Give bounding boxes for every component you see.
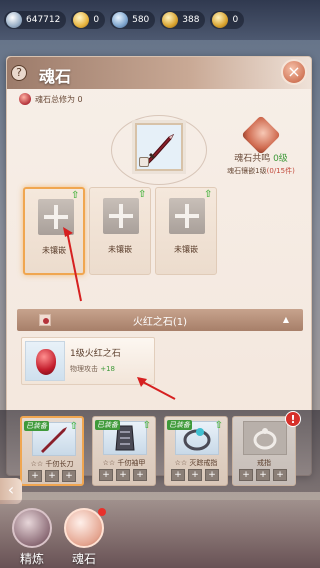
equipment-card-ring[interactable]: 已装备 ⇧ ☆☆ 灭踪戒指 + + + [164,416,228,486]
socket-plus-icon[interactable]: + [28,470,42,482]
upgrade-arrow-icon: ⇧ [214,420,223,431]
upgrade-arrow-icon: ⇧ [138,189,147,200]
resonance-count: (0/15件) [266,167,295,175]
gold-ingot-icon [212,12,229,28]
ring-placeholder-icon [253,428,277,450]
socket-plus-icon[interactable]: + [116,469,130,481]
close-button[interactable]: × [281,59,307,85]
resonance-sub-label: 魂石镶嵌1级 [227,167,267,175]
equipped-badge: 已装备 [24,421,49,431]
chevron-left-icon: ‹ [7,480,15,499]
tab-label: 精炼 [19,552,44,566]
currency-silver[interactable]: 647712 [4,11,67,29]
total-cultivation: 魂石总修为 0 [19,93,83,105]
gem-slot-3[interactable]: ⇧ 未镶嵌 [155,187,217,275]
currency-value: 647712 [26,15,61,25]
equipment-name: 戒指 [257,459,271,467]
equipped-badge: 已装备 [167,420,192,430]
bottom-tab-bar: 精炼 魂石 [0,500,320,568]
currency-ingot[interactable]: 388 [160,11,206,29]
resonance-label: 魂石共鸣 [234,154,274,164]
red-gem-icon [25,341,65,381]
socket-plus-icon[interactable]: + [62,470,76,482]
currency-value: 0 [232,15,239,25]
tab-label: 魂石 [71,552,96,566]
equipment-name: ☆☆ 灭踪戒指 [174,459,218,467]
socket-row: + + + [99,469,147,481]
gold-ingot-icon [162,12,179,28]
equipped-weapon-slot[interactable] [135,123,183,171]
socket-plus-icon[interactable]: + [256,469,270,481]
socket-row: + + + [239,469,287,481]
annotation-arrow [63,227,82,302]
gem-slot-2[interactable]: ⇧ 未镶嵌 [89,187,151,275]
collapse-caret-icon[interactable]: ▲ [283,315,289,324]
slot-label: 未镶嵌 [108,245,132,254]
socket-plus-icon[interactable]: + [273,469,287,481]
panel-title: 魂石 [39,67,72,86]
currency-gold[interactable]: 0 [71,11,106,29]
resonance-info[interactable]: 魂石共鸣 0级 魂石镶嵌1级(0/15件) [221,115,301,176]
currency-value: 580 [132,15,150,25]
jade-icon [112,12,129,28]
equipment-card-bracer[interactable]: 已装备 ⇧ ☆☆ 千仞袖甲 + + + [92,416,156,486]
socket-plus-icon[interactable]: + [205,469,219,481]
notification-dot [98,508,106,516]
gem-slots: ⇧ 未镶嵌 ⇧ 未镶嵌 ⇧ 未镶嵌 [23,187,217,275]
socket-plus-icon[interactable]: + [188,469,202,481]
total-cultivation-text: 魂石总修为 0 [35,94,83,104]
gem-stat: 物理攻击 +18 [70,364,115,374]
gem-stat-label: 物理攻击 [70,365,101,373]
upgrade-arrow-icon: ⇧ [204,189,213,200]
equipment-card-empty-ring[interactable]: ! 戒指 + + + [232,411,301,486]
help-button[interactable]: ? [11,65,27,81]
slot-label: 未镶嵌 [174,245,198,254]
socket-plus-icon[interactable]: + [133,469,147,481]
currency-jade[interactable]: 580 [110,11,156,29]
upgrade-arrow-icon: ⇧ [69,421,78,432]
ring-placeholder-icon [243,421,287,455]
equipment-name: ☆☆ 千仞长刀 [30,460,74,468]
silver-coin-icon [6,12,22,28]
equipment-bar: 已装备 ⇧ ☆☆ 千仞长刀 + + + 已装备 ⇧ ☆☆ 千仞袖甲 + + + [0,410,320,492]
currency-ingot-2[interactable]: 0 [210,11,245,29]
soul-stone-icon [19,93,31,105]
equipped-badge: 已装备 [95,420,120,430]
category-title: 火红之石(1) [132,317,188,328]
socket-plus-icon[interactable]: + [171,469,185,481]
equipment-card-blade[interactable]: 已装备 ⇧ ☆☆ 千仞长刀 + + + [20,416,84,486]
resonance-subtitle: 魂石镶嵌1级(0/15件) [221,166,301,176]
resonance-level: 0级 [273,154,288,164]
socket-row: + + + [28,470,76,482]
plus-icon [103,198,139,234]
currency-bar: 647712 0 580 388 0 [0,0,320,40]
tab-refine[interactable]: 精炼 [8,508,56,566]
lock-icon [139,157,149,167]
equipment-name: ☆☆ 千仞袖甲 [102,459,146,467]
gem-stat-value: +18 [100,365,116,373]
socket-plus-icon[interactable]: + [99,469,113,481]
currency-value: 0 [93,15,100,25]
gem-name: 1级火红之石 [70,349,121,359]
upgrade-arrow-icon: ⇧ [71,190,80,201]
gold-coin-icon [73,12,90,28]
resonance-emblem-icon [241,115,281,155]
currency-value: 388 [182,15,200,25]
annotation-arrow [137,377,176,400]
gem-category-header[interactable]: 火红之石(1) ▲ [17,309,303,331]
plus-icon [169,198,205,234]
refine-icon [12,508,52,548]
socket-plus-icon[interactable]: + [239,469,253,481]
upgrade-arrow-icon: ⇧ [142,420,151,431]
socket-row: + + + [171,469,219,481]
socket-plus-icon[interactable]: + [45,470,59,482]
alert-badge: ! [285,411,301,427]
tab-soul-stone[interactable]: 魂石 [60,508,108,566]
